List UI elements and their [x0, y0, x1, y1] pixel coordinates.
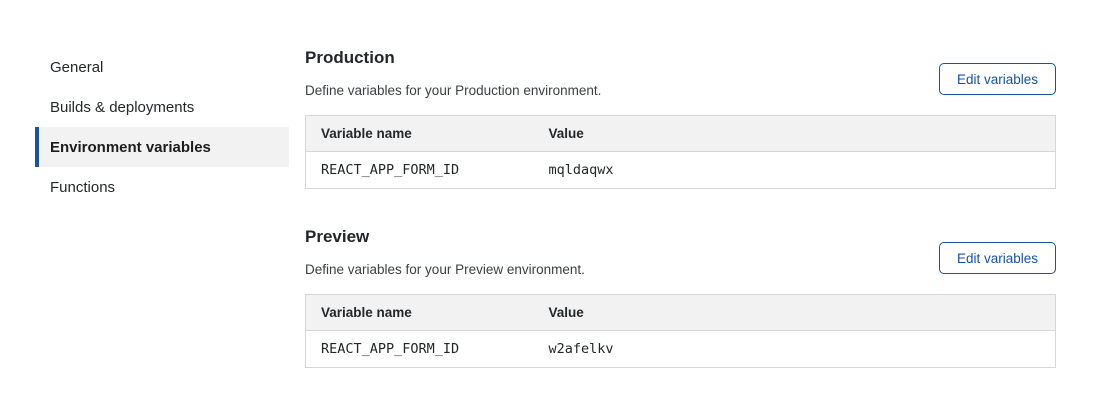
variable-name-cell: REACT_APP_FORM_ID: [306, 152, 534, 189]
table-row: REACT_APP_FORM_ID mqldaqwx: [306, 152, 1056, 189]
variable-value-cell: mqldaqwx: [534, 152, 1056, 189]
settings-page: General Builds & deployments Environment…: [0, 0, 1100, 368]
table-header-row: Variable name Value: [306, 116, 1056, 152]
production-section-header: Production Define variables for your Pro…: [305, 48, 1056, 99]
value-column-header: Value: [534, 295, 1056, 331]
sidebar-item-label: Builds & deployments: [50, 99, 194, 116]
sidebar-item-builds-deployments[interactable]: Builds & deployments: [35, 87, 289, 127]
sidebar-item-label: General: [50, 59, 103, 76]
table-row: REACT_APP_FORM_ID w2afelkv: [306, 331, 1056, 368]
preview-section: Preview Define variables for your Previe…: [305, 227, 1056, 368]
production-edit-variables-button[interactable]: Edit variables: [939, 63, 1056, 95]
sidebar-item-label: Environment variables: [50, 139, 211, 156]
variable-name-cell: REACT_APP_FORM_ID: [306, 331, 534, 368]
sidebar-item-functions[interactable]: Functions: [35, 167, 289, 207]
production-variables-table: Variable name Value REACT_APP_FORM_ID mq…: [305, 115, 1056, 189]
variable-value-cell: w2afelkv: [534, 331, 1056, 368]
variable-name-column-header: Variable name: [306, 295, 534, 331]
preview-variables-table: Variable name Value REACT_APP_FORM_ID w2…: [305, 294, 1056, 368]
settings-sidebar: General Builds & deployments Environment…: [35, 47, 289, 368]
value-column-header: Value: [534, 116, 1056, 152]
sidebar-item-general[interactable]: General: [35, 47, 289, 87]
production-section: Production Define variables for your Pro…: [305, 48, 1056, 189]
preview-edit-variables-button[interactable]: Edit variables: [939, 242, 1056, 274]
table-header-row: Variable name Value: [306, 295, 1056, 331]
variable-name-column-header: Variable name: [306, 116, 534, 152]
preview-section-header: Preview Define variables for your Previe…: [305, 227, 1056, 278]
sidebar-item-label: Functions: [50, 179, 115, 196]
sidebar-item-environment-variables[interactable]: Environment variables: [35, 127, 289, 167]
environment-variables-panel: Production Define variables for your Pro…: [305, 0, 1056, 368]
